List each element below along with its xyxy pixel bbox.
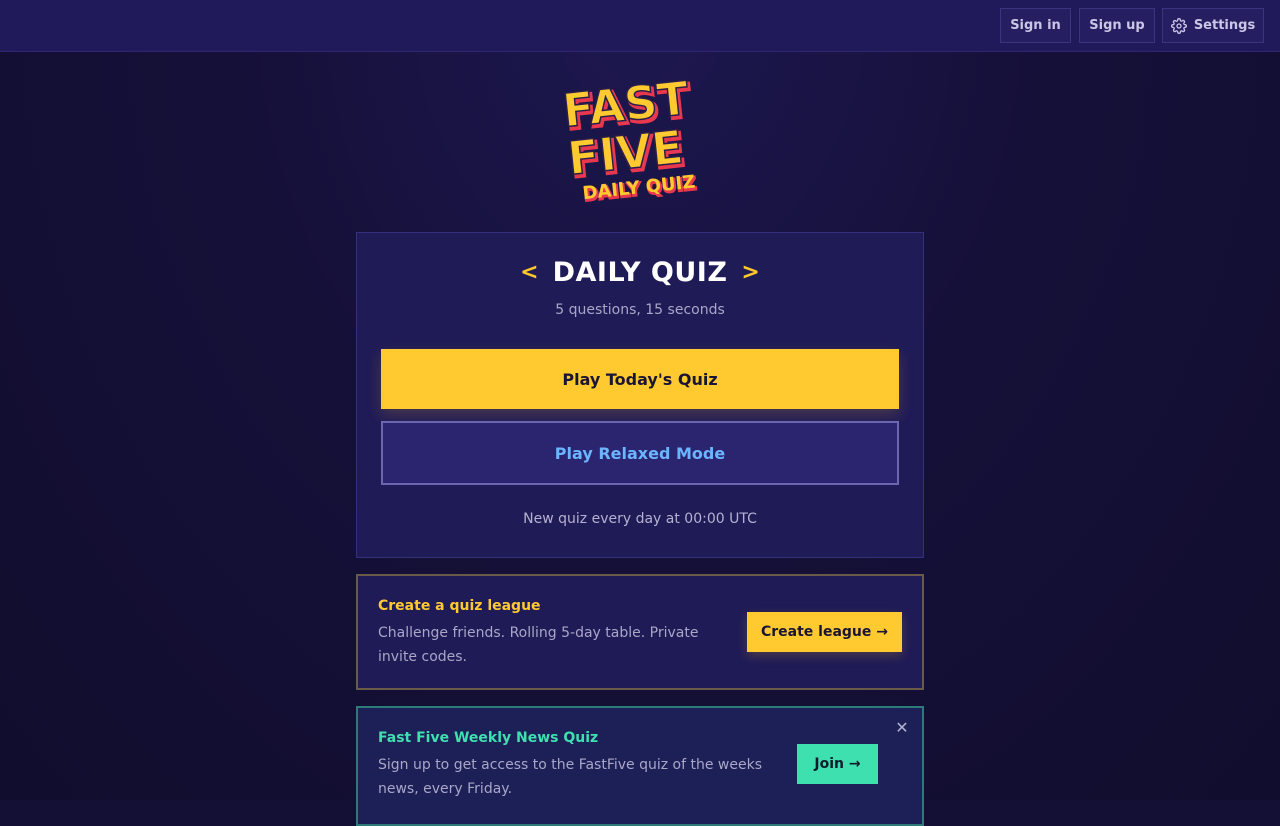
gear-icon (1170, 17, 1187, 34)
play-todays-quiz-button[interactable]: Play Today's Quiz (381, 349, 899, 409)
create-league-button[interactable]: Create league → (747, 612, 902, 652)
close-icon[interactable]: ✕ (894, 719, 910, 737)
league-description: Challenge friends. Rolling 5-day table. … (378, 625, 699, 665)
settings-button[interactable]: Settings (1162, 8, 1264, 43)
news-quiz-description: Sign up to get access to the FastFive qu… (378, 757, 762, 797)
daily-quiz-subtitle: 5 questions, 15 seconds (555, 302, 725, 318)
news-quiz-title: Fast Five Weekly News Quiz (378, 730, 599, 746)
top-bar: Sign in Sign up Settings (0, 0, 1280, 52)
sign-up-label: Sign up (1089, 18, 1145, 33)
join-button[interactable]: Join → (797, 744, 878, 784)
sign-in-button[interactable]: Sign in (1000, 8, 1071, 43)
chevron-right-icon: > (741, 259, 760, 285)
play-relaxed-mode-button[interactable]: Play Relaxed Mode (381, 421, 899, 485)
sign-in-label: Sign in (1010, 18, 1061, 33)
settings-label: Settings (1193, 18, 1256, 33)
sign-up-button[interactable]: Sign up (1079, 8, 1155, 43)
league-title: Create a quiz league (378, 598, 541, 614)
daily-quiz-footer: New quiz every day at 00:00 UTC (523, 511, 757, 527)
daily-quiz-title: DAILY QUIZ (552, 256, 728, 288)
daily-quiz-title-row: < DAILY QUIZ > (0, 255, 1280, 289)
fast-five-logo: FAST FAST FIVE FIVE DAILY QUIZ DAILY QUI… (555, 70, 725, 207)
chevron-left-icon: < (520, 259, 539, 285)
